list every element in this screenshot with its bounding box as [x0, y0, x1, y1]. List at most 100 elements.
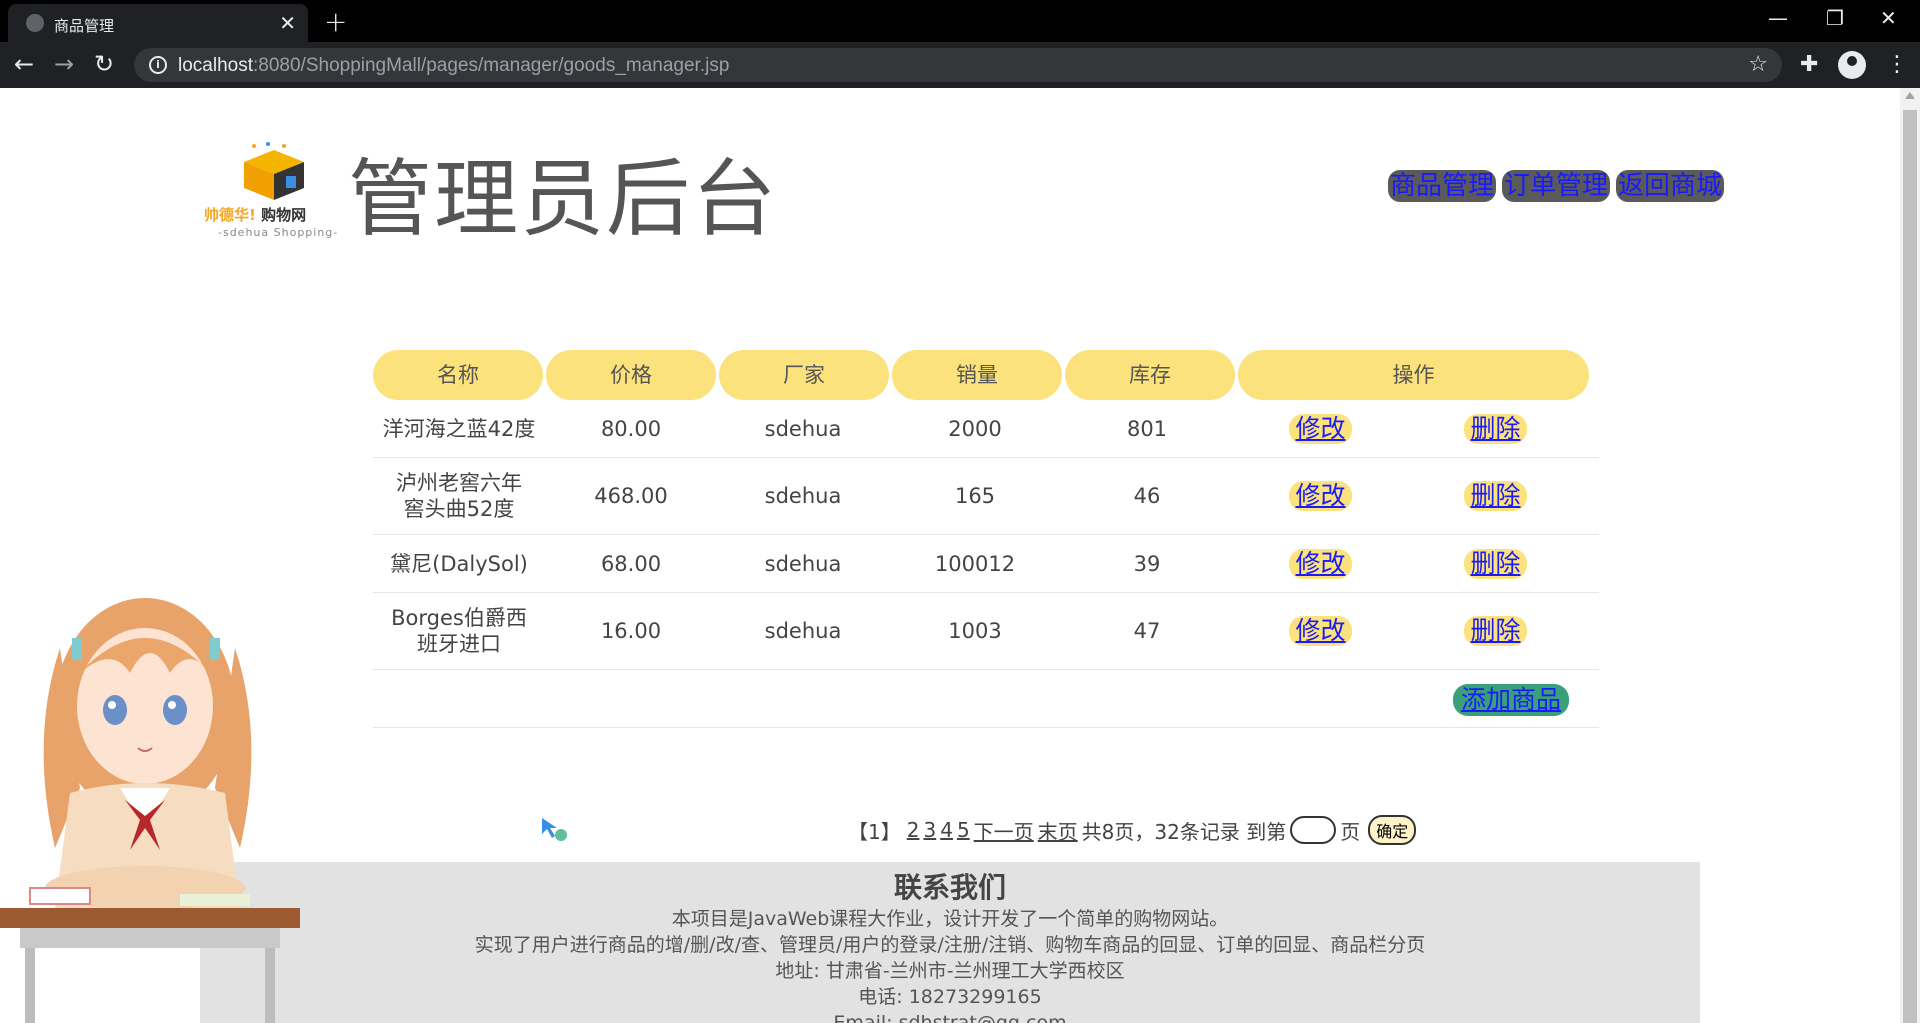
column-header-price: 价格 — [546, 350, 716, 400]
delete-button[interactable]: 删除 — [1464, 548, 1527, 579]
browser-titlebar: 商品管理 ✕ + — ❐ ✕ — [0, 0, 1920, 42]
back-icon[interactable]: ← — [14, 50, 34, 78]
cursor-mascot-icon — [542, 818, 567, 841]
table-row: 黛尼(DalySol) 68.00 sdehua 100012 39 修改 删除 — [373, 535, 1599, 593]
anime-mascot-image[interactable] — [0, 588, 300, 1023]
current-page: 【1】 — [848, 819, 901, 844]
last-page-link[interactable]: 末页 — [1038, 816, 1078, 845]
url-text[interactable]: localhost:8080/ShoppingMall/pages/manage… — [178, 55, 729, 77]
goods-vendor: sdehua — [764, 416, 842, 441]
table-header: 名称 价格 厂家 销量 库存 操作 — [373, 350, 1599, 400]
nav-goods-manager[interactable]: 商品管理 — [1388, 170, 1497, 202]
goods-stock: 47 — [1133, 619, 1161, 643]
goods-sales: 2000 — [948, 416, 1002, 441]
goods-stock: 39 — [1133, 551, 1161, 576]
next-page-link[interactable]: 下一页 — [974, 816, 1034, 845]
scroll-up-arrow-icon[interactable] — [1905, 92, 1915, 99]
goods-vendor: sdehua — [764, 619, 842, 643]
logo-brand-text: 帅德华! 购物网 — [204, 206, 307, 224]
top-navigation: 商品管理 订单管理 返回商城 — [1388, 170, 1725, 202]
goods-price: 16.00 — [600, 619, 662, 643]
row-actions: 修改 删除 — [1233, 548, 1583, 579]
browser-tab[interactable]: 商品管理 ✕ — [8, 4, 308, 42]
row-actions: 修改 删除 — [1233, 413, 1583, 444]
goods-sales: 1003 — [948, 619, 1002, 643]
table-row: 泸州老窖六年窖头曲52度 468.00 sdehua 165 46 修改 删除 — [373, 458, 1599, 535]
bookmark-star-icon[interactable]: ☆ — [1748, 52, 1768, 77]
page-title: 管理员后台 — [348, 150, 779, 248]
page-link-2[interactable]: 2 — [907, 818, 920, 842]
footer-line: 地址: 甘肃省-兰州市-兰州理工大学西校区 — [775, 960, 1125, 982]
goods-name: 泸州老窖六年窖头曲52度 — [396, 471, 522, 521]
goods-price: 80.00 — [600, 416, 662, 441]
footer-line: 电话: 18273299165 — [858, 986, 1042, 1008]
menu-icon[interactable]: ⋮ — [1886, 52, 1908, 77]
edit-button[interactable]: 修改 — [1289, 413, 1352, 444]
site-logo[interactable]: 帅德华! 购物网 -sdehua Shopping- — [204, 112, 344, 242]
page-number-input[interactable] — [1290, 816, 1337, 844]
nav-back-to-mall[interactable]: 返回商城 — [1616, 170, 1725, 202]
page-viewport: 帅德华! 购物网 -sdehua Shopping- 管理员后台 商品管理 订单… — [0, 88, 1900, 1023]
delete-button[interactable]: 删除 — [1464, 616, 1527, 646]
footer-line: 实现了用户进行商品的增/删/改/查、管理员/用户的登录/注册/注销、购物车商品的… — [474, 934, 1426, 956]
goods-table: 名称 价格 厂家 销量 库存 操作 洋河海之蓝42度 80.00 sdehua … — [373, 350, 1599, 728]
goods-sales: 165 — [954, 484, 996, 508]
goods-price: 68.00 — [600, 551, 662, 576]
logo-subtitle: -sdehua Shopping- — [218, 226, 339, 239]
info-icon[interactable]: i — [149, 56, 167, 74]
goods-stock: 801 — [1126, 416, 1168, 441]
table-row: Borges伯爵西班牙进口 16.00 sdehua 1003 47 修改 删除 — [373, 593, 1599, 670]
table-row: 洋河海之蓝42度 80.00 sdehua 2000 801 修改 删除 — [373, 400, 1599, 458]
add-goods-row: 添加商品 — [373, 670, 1599, 728]
edit-button[interactable]: 修改 — [1289, 548, 1352, 579]
column-header-actions: 操作 — [1238, 350, 1589, 400]
gift-box-icon — [244, 142, 304, 200]
reload-icon[interactable]: ↻ — [94, 50, 114, 78]
profile-avatar-icon[interactable] — [1838, 51, 1866, 79]
page-link-4[interactable]: 4 — [940, 818, 953, 842]
column-header-name: 名称 — [373, 350, 543, 400]
minimize-icon[interactable]: — — [1768, 6, 1788, 30]
edit-button[interactable]: 修改 — [1289, 616, 1352, 646]
goods-vendor: sdehua — [764, 551, 842, 576]
goods-name: Borges伯爵西班牙进口 — [391, 606, 527, 656]
page-link-3[interactable]: 3 — [923, 818, 936, 842]
goods-vendor: sdehua — [764, 484, 842, 508]
confirm-page-button[interactable]: 确定 — [1368, 815, 1417, 845]
delete-button[interactable]: 删除 — [1464, 413, 1527, 444]
vertical-scrollbar[interactable] — [1900, 88, 1920, 1023]
new-tab-icon[interactable]: + — [324, 5, 347, 38]
add-goods-button[interactable]: 添加商品 — [1453, 684, 1570, 716]
scrollbar-thumb[interactable] — [1903, 110, 1917, 1023]
footer-line: Email: sdhstrat@qq.com — [833, 1012, 1067, 1023]
goods-stock: 46 — [1133, 484, 1161, 508]
footer: 联系我们 本项目是JavaWeb课程大作业，设计开发了一个简单的购物网站。 实现… — [200, 862, 1700, 1023]
footer-line: 本项目是JavaWeb课程大作业，设计开发了一个简单的购物网站。 — [671, 908, 1229, 930]
close-window-icon[interactable]: ✕ — [1880, 6, 1897, 30]
column-header-sales: 销量 — [892, 350, 1062, 400]
restore-icon[interactable]: ❐ — [1826, 6, 1844, 30]
goods-name: 洋河海之蓝42度 — [382, 416, 536, 441]
goods-price: 468.00 — [594, 484, 668, 508]
page-link-5[interactable]: 5 — [957, 818, 970, 842]
row-actions: 修改 删除 — [1233, 481, 1583, 511]
extensions-icon[interactable]: ✚ — [1800, 52, 1818, 77]
goods-name: 黛尼(DalySol) — [390, 551, 528, 576]
row-actions: 修改 删除 — [1233, 616, 1583, 646]
browser-toolbar: ← → ↻ i localhost:8080/ShoppingMall/page… — [0, 42, 1920, 88]
pager-page-suffix: 页 — [1340, 819, 1361, 844]
footer-title: 联系我们 — [893, 871, 1006, 904]
column-header-stock: 库存 — [1065, 350, 1235, 400]
edit-button[interactable]: 修改 — [1289, 481, 1352, 511]
close-tab-icon[interactable]: ✕ — [279, 11, 296, 35]
pagination: 【1】 2 3 4 5 下一页 末页 共8页，32条记录 到第 页 确定 — [846, 815, 1417, 845]
forward-icon[interactable]: → — [54, 50, 74, 78]
column-header-vendor: 厂家 — [719, 350, 889, 400]
address-bar[interactable]: i localhost:8080/ShoppingMall/pages/mana… — [134, 48, 1782, 82]
goods-sales: 100012 — [934, 551, 1016, 576]
globe-icon — [26, 14, 44, 32]
delete-button[interactable]: 删除 — [1464, 481, 1527, 511]
pager-summary: 共8页，32条记录 到第 — [1081, 819, 1287, 844]
nav-order-manager[interactable]: 订单管理 — [1502, 170, 1611, 202]
tab-title: 商品管理 — [54, 17, 115, 35]
